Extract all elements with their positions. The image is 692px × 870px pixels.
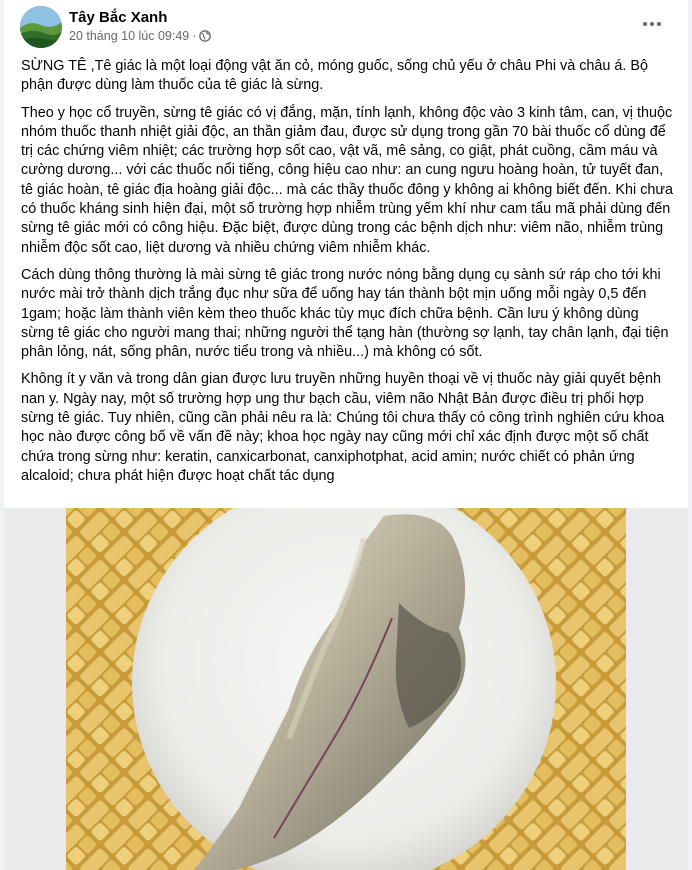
post-meta: 20 tháng 10 lúc 09:49 · <box>69 29 212 43</box>
page-avatar[interactable] <box>20 6 62 48</box>
post-paragraph-1: SỪNG TÊ ,Tê giác là một loại động vật ăn… <box>21 58 649 94</box>
post-paragraph-3: Cách dùng thông thường là mài sừng tê gi… <box>21 266 669 361</box>
post-photo[interactable] <box>4 508 688 870</box>
post-author[interactable]: Tây Bắc Xanh <box>69 9 167 26</box>
post-timestamp[interactable]: 20 tháng 10 lúc 09:49 <box>69 29 189 43</box>
meta-separator: · <box>192 29 197 43</box>
post-paragraph-2: Theo y học cổ truyền, sừng tê giác có vị… <box>21 104 674 256</box>
post-header: Tây Bắc Xanh 20 tháng 10 lúc 09:49 · <box>4 0 688 52</box>
avatar-landscape-image <box>20 6 62 48</box>
post-body: SỪNG TÊ ,Tê giác là một loại động vật ăn… <box>4 52 688 486</box>
post-paragraph-4: Không ít y văn và trong dân gian được lư… <box>21 371 665 484</box>
globe-icon <box>199 30 212 42</box>
rhino-horn-photo <box>4 508 688 870</box>
post-card: Tây Bắc Xanh 20 tháng 10 lúc 09:49 · SỪN… <box>4 0 688 870</box>
more-options-icon[interactable] <box>640 14 664 34</box>
